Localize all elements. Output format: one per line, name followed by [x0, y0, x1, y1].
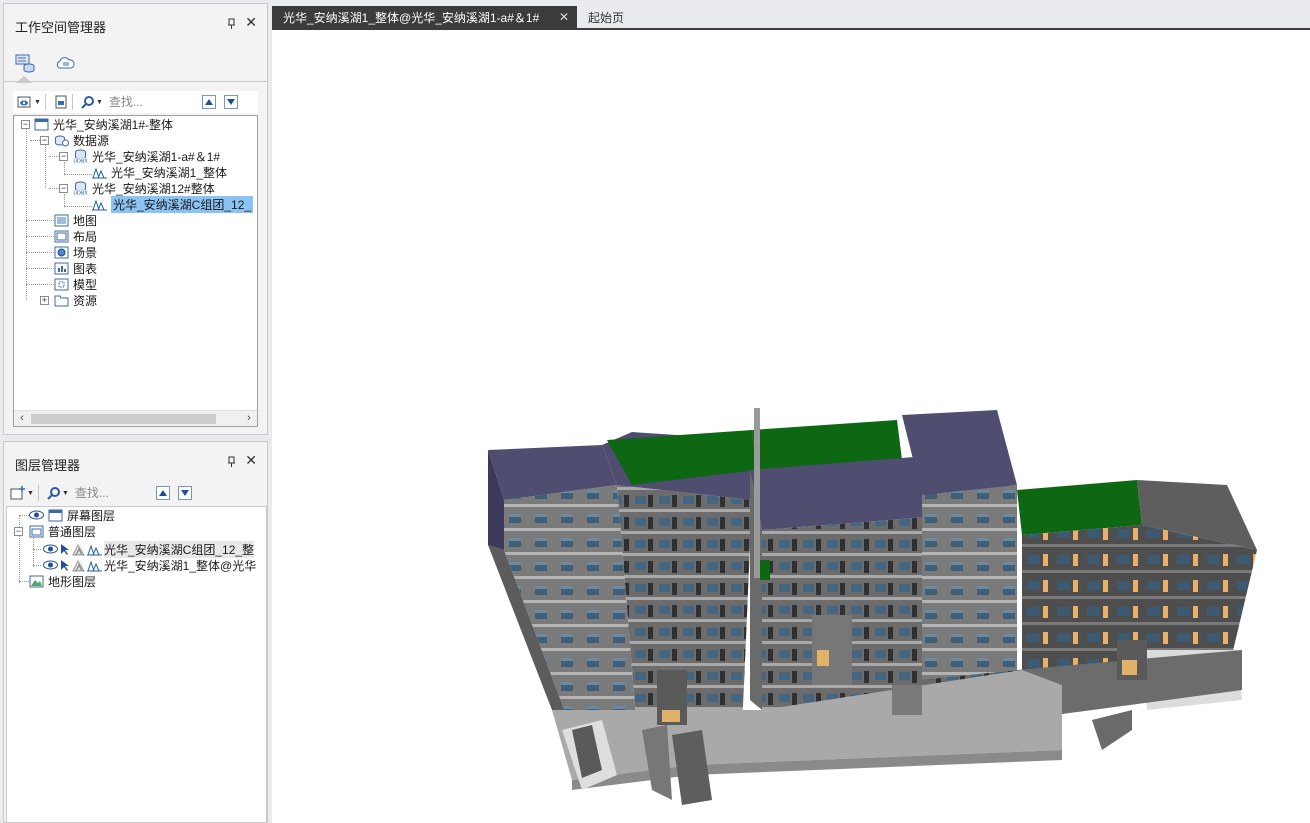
- eye-list-icon: [17, 96, 31, 108]
- document-tab-strip: 光华_安纳溪湖1_整体@光华_安纳溪湖1-a#＆1# ✕ 起始页: [272, 6, 1310, 28]
- layer-panel-title: 图层管理器: [15, 458, 81, 473]
- tree-item-datasource-1[interactable]: UDBX 光华_安纳溪湖1-a#＆1#: [73, 148, 220, 164]
- terrain-layer-icon: [29, 574, 44, 588]
- tree-item-models[interactable]: 模型: [54, 276, 97, 292]
- tree-item-maps[interactable]: 地图: [54, 212, 97, 228]
- tree-item-charts[interactable]: 图表: [54, 260, 97, 276]
- properties-button[interactable]: [54, 93, 68, 111]
- tab-start-page[interactable]: 起始页: [588, 6, 624, 28]
- map-icon: [54, 213, 69, 227]
- scroll-left-icon[interactable]: ‹: [14, 411, 30, 426]
- scroll-right-icon[interactable]: ›: [241, 411, 257, 426]
- workspace-toolbar: ▼ ▼: [13, 91, 258, 113]
- snap-icon[interactable]: [72, 558, 86, 572]
- view-mode-button[interactable]: ▼: [17, 93, 41, 111]
- tree-item-dataset-2[interactable]: 光华_安纳溪湖C组团_12_: [92, 195, 254, 213]
- pin-icon[interactable]: [227, 18, 237, 30]
- tree-item-layouts[interactable]: 布局: [54, 228, 97, 244]
- workspace-tree-scrollbar[interactable]: ‹ ›: [14, 410, 257, 426]
- search-previous-button[interactable]: [201, 95, 216, 109]
- layout-icon: [54, 229, 69, 243]
- workspace-manager-panel: 工作空间管理器 ✕ ▼ ▼ 查找... − 光华_安纳溪湖1#-整体 − 数据源…: [3, 3, 268, 435]
- model-dataset-icon: [92, 197, 107, 211]
- search-next-button[interactable]: [177, 486, 192, 500]
- triangle-up-icon: [158, 490, 167, 496]
- model-dataset-icon: [87, 558, 102, 572]
- add-layer-icon: [10, 486, 25, 500]
- snap-icon[interactable]: [72, 542, 86, 556]
- tab-scene-label: 光华_安纳溪湖1_整体@光华_安纳溪湖1-a#＆1#: [283, 10, 540, 25]
- svg-text:UDBX: UDBX: [73, 159, 88, 164]
- add-layer-button[interactable]: ▼: [10, 484, 34, 502]
- folder-icon: [54, 293, 69, 307]
- workspace-tab-strip: [4, 44, 267, 83]
- eye-icon[interactable]: [29, 508, 44, 522]
- workspace-tree-icon: [15, 54, 35, 73]
- datasources-icon: [54, 133, 69, 147]
- layer-group-icon: [29, 524, 44, 538]
- document-icon: [55, 95, 67, 109]
- chart-icon: [54, 261, 69, 275]
- close-tab-icon[interactable]: ✕: [559, 10, 569, 24]
- search-next-button[interactable]: [223, 95, 238, 109]
- scene-viewport[interactable]: [272, 30, 1310, 823]
- cloud-icon: [56, 57, 75, 69]
- collapse-root-toggle[interactable]: −: [21, 120, 30, 129]
- scroll-thumb[interactable]: [31, 414, 216, 424]
- model-dataset-icon: [92, 165, 107, 179]
- workspace-panel-title: 工作空间管理器: [15, 20, 107, 35]
- building-model-render: [488, 408, 1257, 805]
- layer-manager-panel: 图层管理器 ✕ ▼ ▼ 屏幕图层 −: [3, 441, 268, 823]
- pin-icon[interactable]: [227, 456, 237, 468]
- workspace-search-input[interactable]: [108, 93, 193, 111]
- tree-item-resources[interactable]: 资源: [54, 292, 97, 308]
- workspace-tree: − 光华_安纳溪湖1#-整体 − 数据源 − UDBX 光华_安纳溪湖1-a#＆…: [13, 115, 258, 427]
- udbx-datasource-icon: UDBX: [73, 149, 88, 163]
- search-icon: [47, 487, 60, 500]
- layer-toolbar: ▼ ▼: [6, 482, 265, 504]
- layer-item-2[interactable]: 光华_安纳溪湖1_整体@光华: [43, 557, 256, 573]
- model-icon: [54, 277, 69, 291]
- model-dataset-icon: [87, 542, 102, 556]
- layer-group-terrain[interactable]: 地形图层: [29, 573, 96, 589]
- scene-icon: [54, 245, 69, 259]
- close-icon[interactable]: ✕: [245, 452, 257, 469]
- triangle-down-icon: [226, 99, 235, 105]
- collapse-ds2-toggle[interactable]: −: [59, 184, 68, 193]
- workspace-icon: [34, 117, 49, 131]
- tree-item-workspace-root[interactable]: 光华_安纳溪湖1#-整体: [34, 116, 173, 132]
- search-mode-button[interactable]: ▼: [47, 484, 69, 502]
- layer-tree: 屏幕图层 − 普通图层 光华_安纳溪湖C组团_12_整 光华_安纳溪湖1_整体@…: [6, 506, 267, 823]
- cloud-tab[interactable]: [52, 50, 78, 76]
- selectable-pointer-icon[interactable]: [59, 558, 71, 572]
- collapse-datasources-toggle[interactable]: −: [40, 136, 49, 145]
- close-icon[interactable]: ✕: [245, 14, 257, 31]
- workspace-tree-tab[interactable]: [12, 50, 38, 83]
- collapse-normal-layers-toggle[interactable]: −: [14, 527, 23, 536]
- layer-group-normal[interactable]: 普通图层: [29, 523, 96, 539]
- udbx-datasource-icon: UDBX: [73, 181, 88, 195]
- expand-resources-toggle[interactable]: +: [40, 296, 49, 305]
- search-icon: [81, 96, 94, 109]
- screen-layer-icon: [48, 508, 63, 522]
- tree-item-datasources[interactable]: 数据源: [54, 132, 109, 148]
- selectable-pointer-icon[interactable]: [59, 542, 71, 556]
- eye-icon[interactable]: [43, 542, 58, 556]
- triangle-down-icon: [180, 490, 189, 496]
- tree-item-dataset-1[interactable]: 光华_安纳溪湖1_整体: [92, 164, 227, 180]
- tab-start-label: 起始页: [588, 10, 625, 25]
- layer-item-1[interactable]: 光华_安纳溪湖C组团_12_整: [43, 540, 255, 558]
- triangle-up-icon: [204, 99, 213, 105]
- layer-search-input[interactable]: [74, 484, 147, 502]
- svg-text:UDBX: UDBX: [73, 191, 88, 196]
- collapse-ds1-toggle[interactable]: −: [59, 152, 68, 161]
- search-mode-button[interactable]: ▼: [81, 93, 103, 111]
- tab-scene-document[interactable]: 光华_安纳溪湖1_整体@光华_安纳溪湖1-a#＆1# ✕: [272, 6, 577, 28]
- tree-item-datasource-2[interactable]: UDBX 光华_安纳溪湖12#整体: [73, 180, 215, 196]
- layer-group-screen[interactable]: 屏幕图层: [29, 507, 115, 523]
- tree-item-scenes[interactable]: 场景: [54, 244, 97, 260]
- eye-icon[interactable]: [43, 558, 58, 572]
- search-previous-button[interactable]: [155, 486, 170, 500]
